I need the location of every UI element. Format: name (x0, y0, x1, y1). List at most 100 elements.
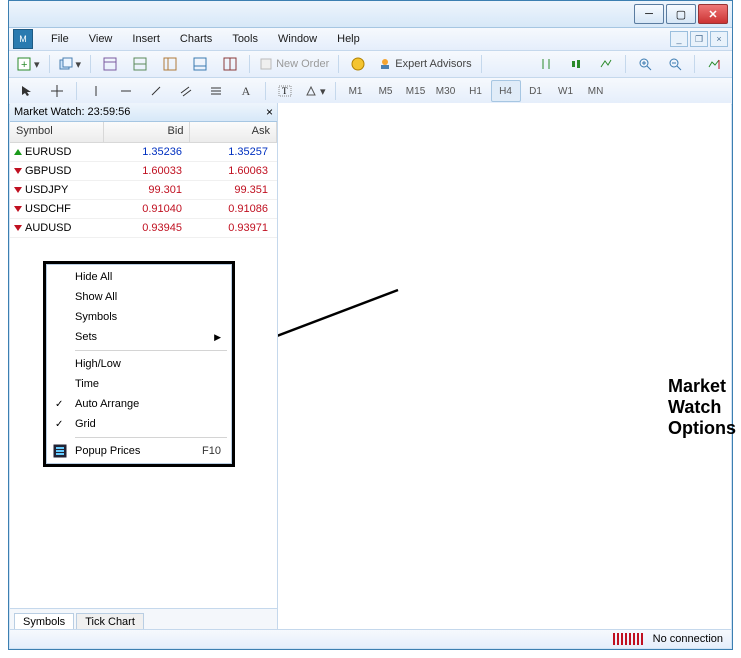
line-studies-toolbar: A T ▾ M1M5M15M30H1H4D1W1MN (9, 78, 732, 105)
bid-price: 0.93945 (102, 222, 188, 234)
zoom-in-button[interactable] (631, 53, 659, 75)
popup-prices-icon (53, 444, 67, 458)
market-watch-row[interactable]: GBPUSD 1.600331.60063 (10, 162, 277, 181)
market-watch-context-menu: Hide All Show All Symbols Sets▶ High/Low… (43, 261, 235, 467)
timeframe-m15[interactable]: M15 (401, 80, 431, 102)
candlestick-button[interactable] (562, 53, 590, 75)
ask-price: 1.60063 (188, 165, 274, 177)
market-watch-toggle[interactable] (96, 53, 124, 75)
ctx-shortcut: F10 (202, 445, 221, 457)
crosshair-button[interactable] (43, 80, 71, 102)
timeframe-m30[interactable]: M30 (431, 80, 461, 102)
timeframe-d1[interactable]: D1 (521, 80, 551, 102)
menu-help[interactable]: Help (327, 31, 370, 47)
terminal-toggle[interactable] (186, 53, 214, 75)
ctx-grid[interactable]: ✓Grid (49, 414, 229, 434)
bar-chart-button[interactable] (532, 53, 560, 75)
submenu-arrow-icon: ▶ (214, 332, 221, 343)
timeframe-mn[interactable]: MN (581, 80, 611, 102)
ask-price: 0.93971 (188, 222, 274, 234)
ctx-sets[interactable]: Sets▶ (49, 327, 229, 347)
header-ask[interactable]: Ask (190, 122, 277, 142)
symbol-name: GBPUSD (25, 165, 71, 177)
tab-tick-chart[interactable]: Tick Chart (76, 613, 144, 630)
connection-icon (613, 633, 645, 645)
bid-price: 99.301 (102, 184, 188, 196)
ctx-hide-all[interactable]: Hide All (49, 267, 229, 287)
menu-tools[interactable]: Tools (222, 31, 268, 47)
vertical-line-button[interactable] (82, 80, 110, 102)
menu-file[interactable]: File (41, 31, 79, 47)
status-bar: No connection (10, 629, 731, 648)
ctx-high-low[interactable]: High/Low (49, 354, 229, 374)
auto-scroll-button[interactable] (700, 53, 728, 75)
zoom-out-button[interactable] (661, 53, 689, 75)
profiles-button[interactable]: ▾ (55, 53, 86, 75)
arrow-down-icon (14, 187, 22, 193)
market-watch-row[interactable]: USDJPY 99.30199.351 (10, 181, 277, 200)
minimize-button[interactable]: ─ (634, 4, 664, 24)
mdi-close-button[interactable]: × (710, 31, 728, 47)
standard-toolbar: +▾ ▾ New Order Expert Advisors (9, 51, 732, 78)
ctx-popup-prices[interactable]: Popup Prices F10 (49, 441, 229, 461)
data-window-toggle[interactable] (126, 53, 154, 75)
market-watch-row[interactable]: USDCHF0.910400.91086 (10, 200, 277, 219)
window-titlebar: ─ ▢ ✕ (9, 1, 732, 28)
bid-price: 0.91040 (102, 203, 188, 215)
symbol-name: USDJPY (25, 184, 68, 196)
bid-price: 1.60033 (102, 165, 188, 177)
header-symbol[interactable]: Symbol (10, 122, 104, 142)
tab-symbols[interactable]: Symbols (14, 613, 74, 630)
ctx-time[interactable]: Time (49, 374, 229, 394)
maximize-button[interactable]: ▢ (666, 4, 696, 24)
timeframe-m1[interactable]: M1 (341, 80, 371, 102)
market-watch-row[interactable]: AUDUSD0.939450.93971 (10, 219, 277, 238)
annotation-label: Market Watch Options (668, 376, 736, 439)
navigator-toggle[interactable] (156, 53, 184, 75)
arrow-down-icon (14, 225, 22, 231)
menu-view[interactable]: View (79, 31, 123, 47)
timeframe-h1[interactable]: H1 (461, 80, 491, 102)
text-label-button[interactable]: T (271, 80, 299, 102)
channel-button[interactable] (172, 80, 200, 102)
menu-charts[interactable]: Charts (170, 31, 222, 47)
expert-advisors-button[interactable]: Expert Advisors (374, 53, 475, 75)
symbol-name: USDCHF (25, 203, 71, 215)
trendline-button[interactable] (142, 80, 170, 102)
market-watch-titlebar: Market Watch: 23:59:56 × (10, 103, 277, 122)
line-chart-button[interactable] (592, 53, 620, 75)
market-watch-tabs: Symbols Tick Chart (10, 608, 277, 629)
new-order-label: New Order (276, 58, 329, 70)
bid-price: 1.35236 (102, 146, 188, 158)
arrows-button[interactable]: ▾ (301, 80, 330, 102)
arrow-up-icon (14, 149, 22, 155)
timeframe-m5[interactable]: M5 (371, 80, 401, 102)
check-icon: ✓ (55, 399, 63, 410)
strategy-tester-toggle[interactable] (216, 53, 244, 75)
market-watch-row[interactable]: EURUSD1.352361.35257 (10, 143, 277, 162)
arrow-down-icon (14, 206, 22, 212)
ctx-show-all[interactable]: Show All (49, 287, 229, 307)
menu-insert[interactable]: Insert (122, 31, 170, 47)
menu-window[interactable]: Window (268, 31, 327, 47)
fibonacci-button[interactable] (202, 80, 230, 102)
mdi-minimize-button[interactable]: _ (670, 31, 688, 47)
market-watch-close-icon[interactable]: × (266, 105, 273, 119)
horizontal-line-button[interactable] (112, 80, 140, 102)
mdi-restore-button[interactable]: ❐ (690, 31, 708, 47)
metaquotes-button[interactable] (344, 53, 372, 75)
arrow-down-icon (14, 168, 22, 174)
ask-price: 99.351 (188, 184, 274, 196)
text-button[interactable]: A (232, 80, 260, 102)
svg-text:+: + (21, 59, 27, 71)
header-bid[interactable]: Bid (104, 122, 191, 142)
timeframe-w1[interactable]: W1 (551, 80, 581, 102)
timeframe-h4[interactable]: H4 (491, 80, 521, 102)
new-order-button[interactable]: New Order (255, 53, 333, 75)
new-chart-button[interactable]: +▾ (13, 53, 44, 75)
close-button[interactable]: ✕ (698, 4, 728, 24)
chart-area[interactable]: Market Watch Options (278, 103, 731, 629)
cursor-button[interactable] (13, 80, 41, 102)
ctx-auto-arrange[interactable]: ✓Auto Arrange (49, 394, 229, 414)
ctx-symbols[interactable]: Symbols (49, 307, 229, 327)
